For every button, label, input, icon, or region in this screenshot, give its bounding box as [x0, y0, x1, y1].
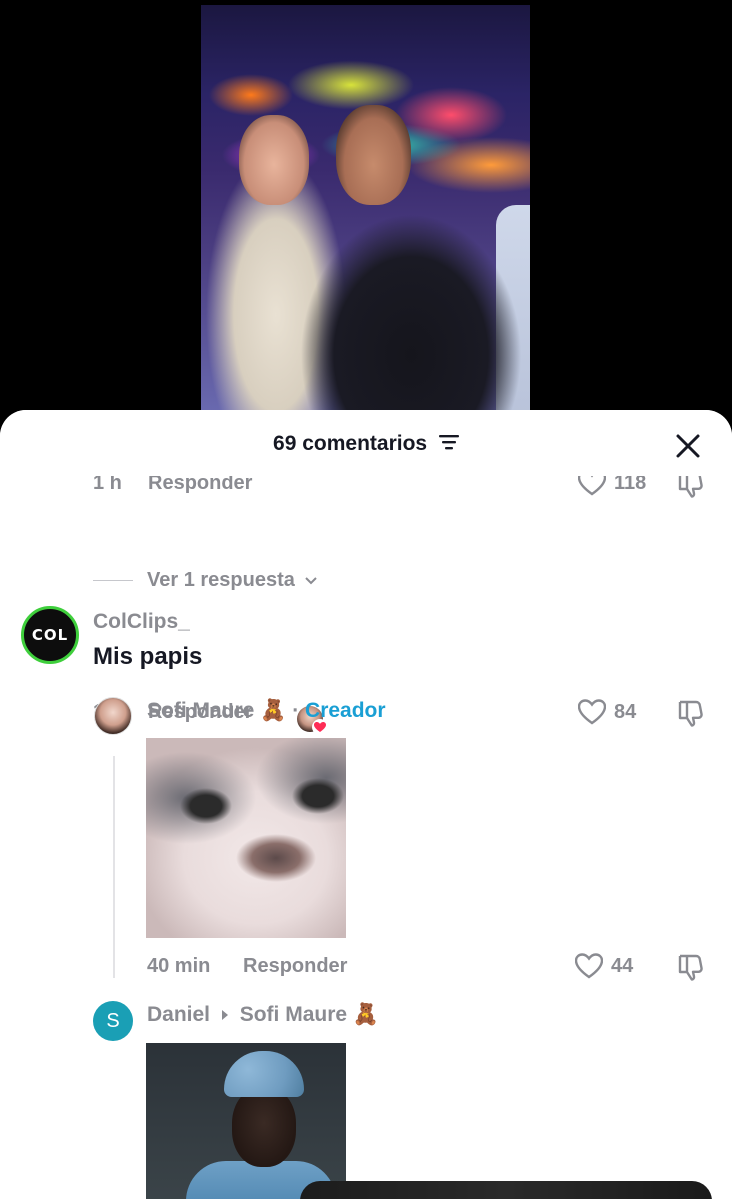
cat-face [146, 738, 346, 938]
comments-title[interactable]: 69 comentarios [0, 432, 732, 456]
close-icon [676, 434, 700, 458]
man-sticker-image[interactable] [146, 1043, 346, 1199]
username-separator: · [292, 699, 300, 722]
person-right [301, 205, 530, 415]
avatar[interactable]: COL [21, 606, 79, 664]
bottom-overlay-bar [300, 1181, 712, 1199]
reply-username[interactable]: Sofi Maure 🧸 [147, 699, 286, 722]
thumbs-down-icon [678, 700, 703, 727]
sheet-header: 69 comentarios [0, 410, 732, 476]
comments-list[interactable]: 1 h Responder 118 Ver 1 respuesta COL Co… [0, 466, 732, 1199]
avatar-letter: S [106, 1009, 120, 1032]
like-button[interactable]: 44 [575, 953, 633, 979]
creator-badge: Creador [305, 699, 386, 722]
chevron-down-icon [305, 577, 318, 585]
view-replies-button[interactable]: Ver 1 respuesta [147, 569, 318, 592]
close-button[interactable] [674, 432, 702, 460]
video-frame[interactable] [201, 5, 530, 415]
man-cap [224, 1051, 304, 1097]
comments-sheet: 69 comentarios 1 h Responder 118 Ver 1 r… [0, 410, 732, 1199]
replies-divider [93, 580, 133, 581]
cat-sticker-image[interactable] [146, 738, 346, 938]
comment-text: Mis papis [93, 643, 203, 670]
thumbs-down-icon [678, 954, 703, 981]
heart-icon [575, 953, 603, 979]
reply-time: 40 min [147, 955, 211, 977]
comments-count-label: 69 comentarios [273, 432, 428, 455]
reply-username-line: Sofi Maure 🧸 · Creador [147, 699, 386, 723]
like-count: 84 [614, 700, 637, 723]
like-count: 44 [611, 954, 634, 977]
view-replies-label: Ver 1 respuesta [147, 569, 295, 591]
like-button[interactable]: 84 [578, 699, 636, 725]
replied-to-username[interactable]: Sofi Maure 🧸 [240, 1003, 379, 1026]
sort-filter-icon[interactable] [438, 432, 459, 456]
man-face [232, 1087, 296, 1167]
reply-username-line: Daniel Sofi Maure 🧸 [147, 1003, 379, 1027]
person-left-head [239, 115, 309, 205]
video-area[interactable] [0, 0, 732, 440]
heart-icon [578, 699, 606, 725]
avatar[interactable] [94, 697, 132, 735]
avatar-logo-text: COL [31, 626, 69, 644]
avatar[interactable]: S [93, 1001, 133, 1041]
reply-thread-line [113, 756, 115, 978]
reply-username[interactable]: Daniel [147, 1003, 210, 1026]
comment-username[interactable]: ColClips_ [93, 610, 190, 634]
dislike-button[interactable] [676, 953, 706, 986]
person-right-head [336, 105, 411, 205]
reply-button[interactable]: Responder [243, 955, 347, 978]
dislike-button[interactable] [676, 699, 706, 732]
reply-arrow-icon [221, 1010, 228, 1020]
